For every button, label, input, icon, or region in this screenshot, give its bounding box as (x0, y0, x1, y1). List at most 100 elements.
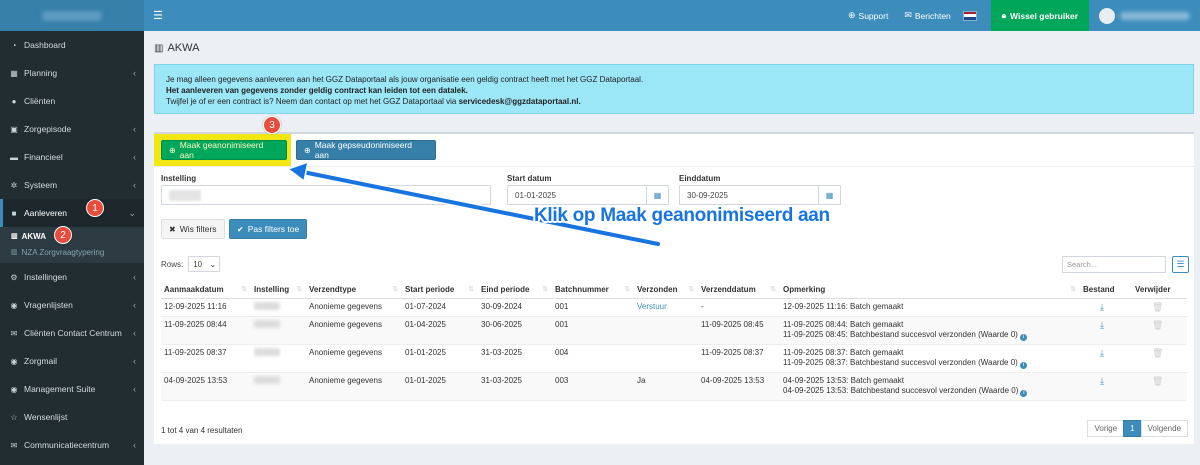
sort-icon: ⇅ (542, 285, 548, 293)
instelling-redacted (254, 301, 280, 310)
column-header[interactable]: Verzenddatum ⇅ (698, 281, 780, 299)
sidebar-item-management-suite[interactable]: ◉ Management Suite ‹ (0, 375, 144, 403)
sidebar-item-label: Cliënten (24, 96, 56, 106)
calendar-icon[interactable]: ▦ (818, 186, 840, 204)
column-header[interactable]: Batchnummer ⇅ (552, 281, 634, 299)
info-icon[interactable]: i (1019, 333, 1027, 341)
column-toggle-icon[interactable]: ☰ (1172, 256, 1189, 273)
column-header[interactable]: Opmerking ⇅ (780, 281, 1080, 299)
clear-filters-label: Wis filters (179, 224, 217, 234)
column-header[interactable]: Instelling ⇅ (251, 281, 306, 299)
instelling-label: Instelling (161, 174, 197, 183)
main-content: ▥ AKWA Je mag alleen gegevens aanleveren… (144, 31, 1200, 465)
sidebar-item-cli-nten-contact-centrum[interactable]: ✉ Cliënten Contact Centrum ‹ (0, 319, 144, 347)
cell-bestand: ⤓ (1080, 316, 1132, 345)
pagination: Vorige 1 Volgende (1087, 420, 1188, 437)
sidebar-item-communicatiecentrum[interactable]: ✉ Communicatiecentrum ‹ (0, 431, 144, 459)
sidebar-item-aanleveren[interactable]: ■ Aanleveren ⌄ (0, 199, 144, 227)
chevron-left-icon: ‹ (133, 124, 136, 134)
briefcase-icon: ▣ (10, 124, 18, 134)
info-icon[interactable]: i (1019, 361, 1027, 369)
plus-circle-icon: ⊕ (169, 145, 176, 155)
next-page-button[interactable]: Volgende (1140, 420, 1188, 437)
switch-user-button[interactable]: 🔒︎ Wissel gebruiker (990, 0, 1089, 31)
sidebar-item-zorgmail[interactable]: ◉ Zorgmail ‹ (0, 347, 144, 375)
download-icon[interactable]: ⤓ (1100, 348, 1104, 358)
app-logo[interactable] (0, 0, 144, 31)
avatar[interactable] (1099, 7, 1115, 24)
support-link[interactable]: ⊕ Support (840, 0, 896, 31)
create-anonymized-button[interactable]: ⊕ Maak geanonimiseerd aan (161, 140, 287, 160)
chevron-left-icon: ‹ (133, 272, 136, 282)
column-header[interactable]: Aanmaakdatum ⇅ (161, 281, 251, 299)
cell-opmerking: 04-09-2025 13:53: Batch gemaakt 04-09-202… (780, 372, 1080, 401)
cell-batch: 004 (552, 344, 634, 373)
column-header[interactable]: Verwijder (1132, 281, 1187, 299)
messages-label: Berichten (914, 10, 951, 21)
sidebar-item-label: Aanleveren (24, 208, 68, 218)
page-1-button[interactable]: 1 (1123, 420, 1142, 437)
dutch-flag-icon[interactable] (962, 10, 977, 21)
sidebar-item-vragenlijsten[interactable]: ◉ Vragenlijsten ‹ (0, 291, 144, 319)
send-link[interactable]: Verstuur (637, 302, 667, 311)
cell-opmerking: 11-09-2025 08:44: Batch gemaakt 11-09-202… (780, 316, 1080, 345)
sidebar-item-systeem[interactable]: ✲ Systeem ‹ (0, 171, 144, 199)
cell-aanmaakdatum: 04-09-2025 13:53 (161, 372, 251, 401)
sidebar-subitem-akwa[interactable]: ▥ AKWA (0, 228, 144, 244)
servicedesk-email[interactable]: servicedesk@ggzdataportaal.nl. (459, 97, 581, 106)
sort-icon: ⇅ (296, 285, 302, 293)
column-header[interactable]: Verzendtype ⇅ (306, 281, 402, 299)
cell-aanmaakdatum: 12-09-2025 11:16 (161, 298, 251, 317)
sort-icon: ⇅ (1070, 285, 1076, 293)
sidebar-item-financieel[interactable]: ▬ Financieel ‹ (0, 143, 144, 171)
apply-filters-button[interactable]: ✔ Pas filters toe (229, 219, 308, 239)
aanleveren-submenu: ▥ AKWA ▥ NZA Zorgvraagtypering (0, 227, 144, 263)
sidebar-item-planning[interactable]: ▦ Planning ‹ (0, 59, 144, 87)
chevron-down-icon: ⌄ (209, 259, 217, 269)
sidebar-subitem-nza-zorgvraagtypering[interactable]: ▥ NZA Zorgvraagtypering (0, 244, 144, 260)
end-date-input[interactable]: 30-09-2025 ▦ (679, 185, 841, 205)
sidebar-item-cli-nten[interactable]: ● Cliënten (0, 87, 144, 115)
cell-eind: 31-03-2025 (478, 372, 552, 401)
step-badge-3: 3 (263, 116, 281, 134)
rows-select[interactable]: 10 ⌄ (188, 256, 221, 272)
hamburger-menu-icon[interactable]: ☰ (144, 9, 172, 22)
table-body: 12-09-2025 11:16 Anonieme gegevens 01-07-2… (161, 298, 1187, 401)
cell-aanmaakdatum: 11-09-2025 08:37 (161, 344, 251, 373)
cell-verwijder: 🗑︎ (1132, 316, 1187, 345)
instelling-select[interactable] (161, 185, 491, 205)
sidebar-nav: ◔ Dashboard ▦ Planning ‹ ● Cliënten ▣ Zorgepisod… (0, 31, 144, 459)
trash-icon: 🗑︎ (1152, 319, 1164, 330)
sidebar-subitem-label: AKWA (21, 231, 47, 241)
start-date-input[interactable]: 01-01-2025 ▦ (507, 185, 669, 205)
sidebar-item-label: Zorgepisode (24, 124, 72, 134)
chevron-left-icon: ‹ (133, 440, 136, 450)
column-header[interactable]: Eind periode ⇅ (478, 281, 552, 299)
cell-start: 01-07-2024 (402, 298, 478, 317)
prev-page-button[interactable]: Vorige (1087, 420, 1125, 437)
user-name-redacted[interactable] (1120, 11, 1190, 20)
envelope-icon: ✉ (10, 440, 18, 450)
column-header[interactable]: Bestand (1080, 281, 1132, 299)
create-pseudonymized-button[interactable]: ⊕ Maak gepseudonimiseerd aan (296, 140, 436, 160)
download-icon[interactable]: ⤓ (1100, 302, 1104, 312)
download-icon[interactable]: ⤓ (1100, 320, 1104, 330)
page-title-text: AKWA (167, 42, 200, 54)
sidebar-item-zorgepisode[interactable]: ▣ Zorgepisode ‹ (0, 115, 144, 143)
topbar: ☰ ⊕ Support ✉ Berichten 🔒︎ Wissel gebrui… (144, 0, 1200, 31)
download-icon[interactable]: ⤓ (1100, 376, 1104, 386)
column-header[interactable]: Start periode ⇅ (402, 281, 478, 299)
sidebar-item-label: Financieel (24, 152, 63, 162)
cell-opmerking: 12-09-2025 11:16: Batch gemaakt (780, 298, 1080, 317)
messages-link[interactable]: ✉ Berichten (896, 0, 958, 31)
sidebar-item-wensenlijst[interactable]: ☆ Wensenlijst (0, 403, 144, 431)
search-input[interactable]: Search... (1062, 256, 1166, 273)
clear-filters-button[interactable]: ✖ Wis filters (161, 219, 225, 239)
sidebar-item-label: Cliënten Contact Centrum (24, 328, 122, 338)
create-anonymized-label: Maak geanonimiseerd aan (179, 140, 264, 160)
column-header[interactable]: Verzonden ⇅ (634, 281, 698, 299)
sidebar-item-instellingen[interactable]: ⚙ Instellingen ‹ (0, 263, 144, 291)
sidebar-item-dashboard[interactable]: ◔ Dashboard (0, 31, 144, 59)
info-icon[interactable]: i (1020, 389, 1028, 397)
calendar-icon[interactable]: ▦ (646, 186, 668, 204)
